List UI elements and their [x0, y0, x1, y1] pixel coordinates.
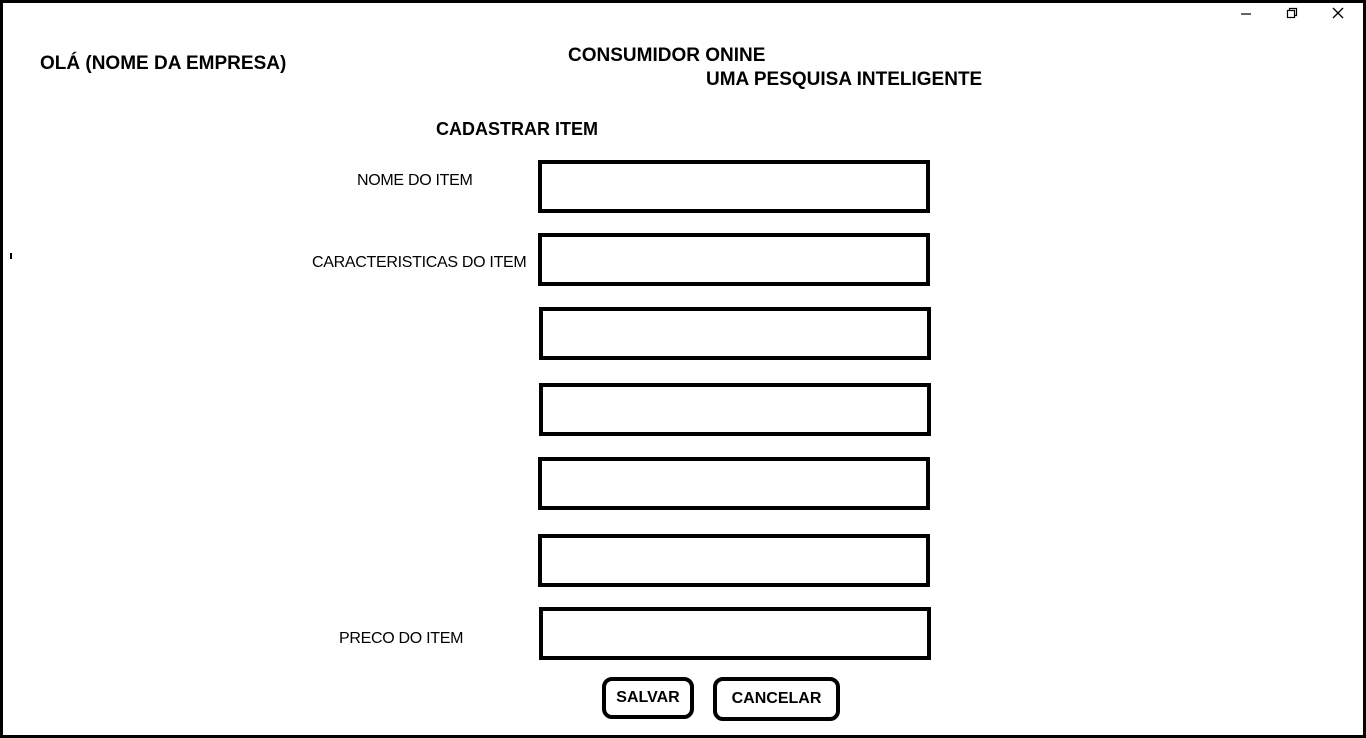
- app-title: CONSUMIDOR ONINE: [568, 45, 766, 66]
- item-price-label: PRECO DO ITEM: [339, 630, 464, 647]
- item-name-input[interactable]: [538, 160, 930, 213]
- window-controls: [1211, 5, 1349, 21]
- item-characteristics-input-1[interactable]: [538, 233, 930, 286]
- close-icon[interactable]: [1327, 5, 1349, 21]
- edge-mark: [10, 253, 12, 259]
- item-name-label: NOME DO ITEM: [357, 172, 473, 189]
- item-characteristics-input-5[interactable]: [538, 534, 930, 587]
- form-title: CADASTRAR ITEM: [436, 119, 598, 139]
- item-characteristics-input-3[interactable]: [539, 383, 931, 436]
- item-characteristics-input-4[interactable]: [538, 457, 930, 510]
- item-characteristics-label: CARACTERISTICAS DO ITEM: [312, 254, 527, 271]
- restore-icon[interactable]: [1281, 5, 1303, 21]
- app-subtitle: UMA PESQUISA INTELIGENTE: [706, 69, 983, 90]
- item-characteristics-input-2[interactable]: [539, 307, 931, 360]
- app-window: OLÁ (NOME DA EMPRESA) CONSUMIDOR ONINE U…: [0, 0, 1366, 738]
- company-greeting: OLÁ (NOME DA EMPRESA): [40, 53, 287, 74]
- save-button[interactable]: SALVAR: [602, 677, 694, 719]
- cancel-button[interactable]: CANCELAR: [713, 677, 840, 721]
- item-price-input[interactable]: [539, 607, 931, 660]
- minimize-icon[interactable]: [1235, 5, 1257, 21]
